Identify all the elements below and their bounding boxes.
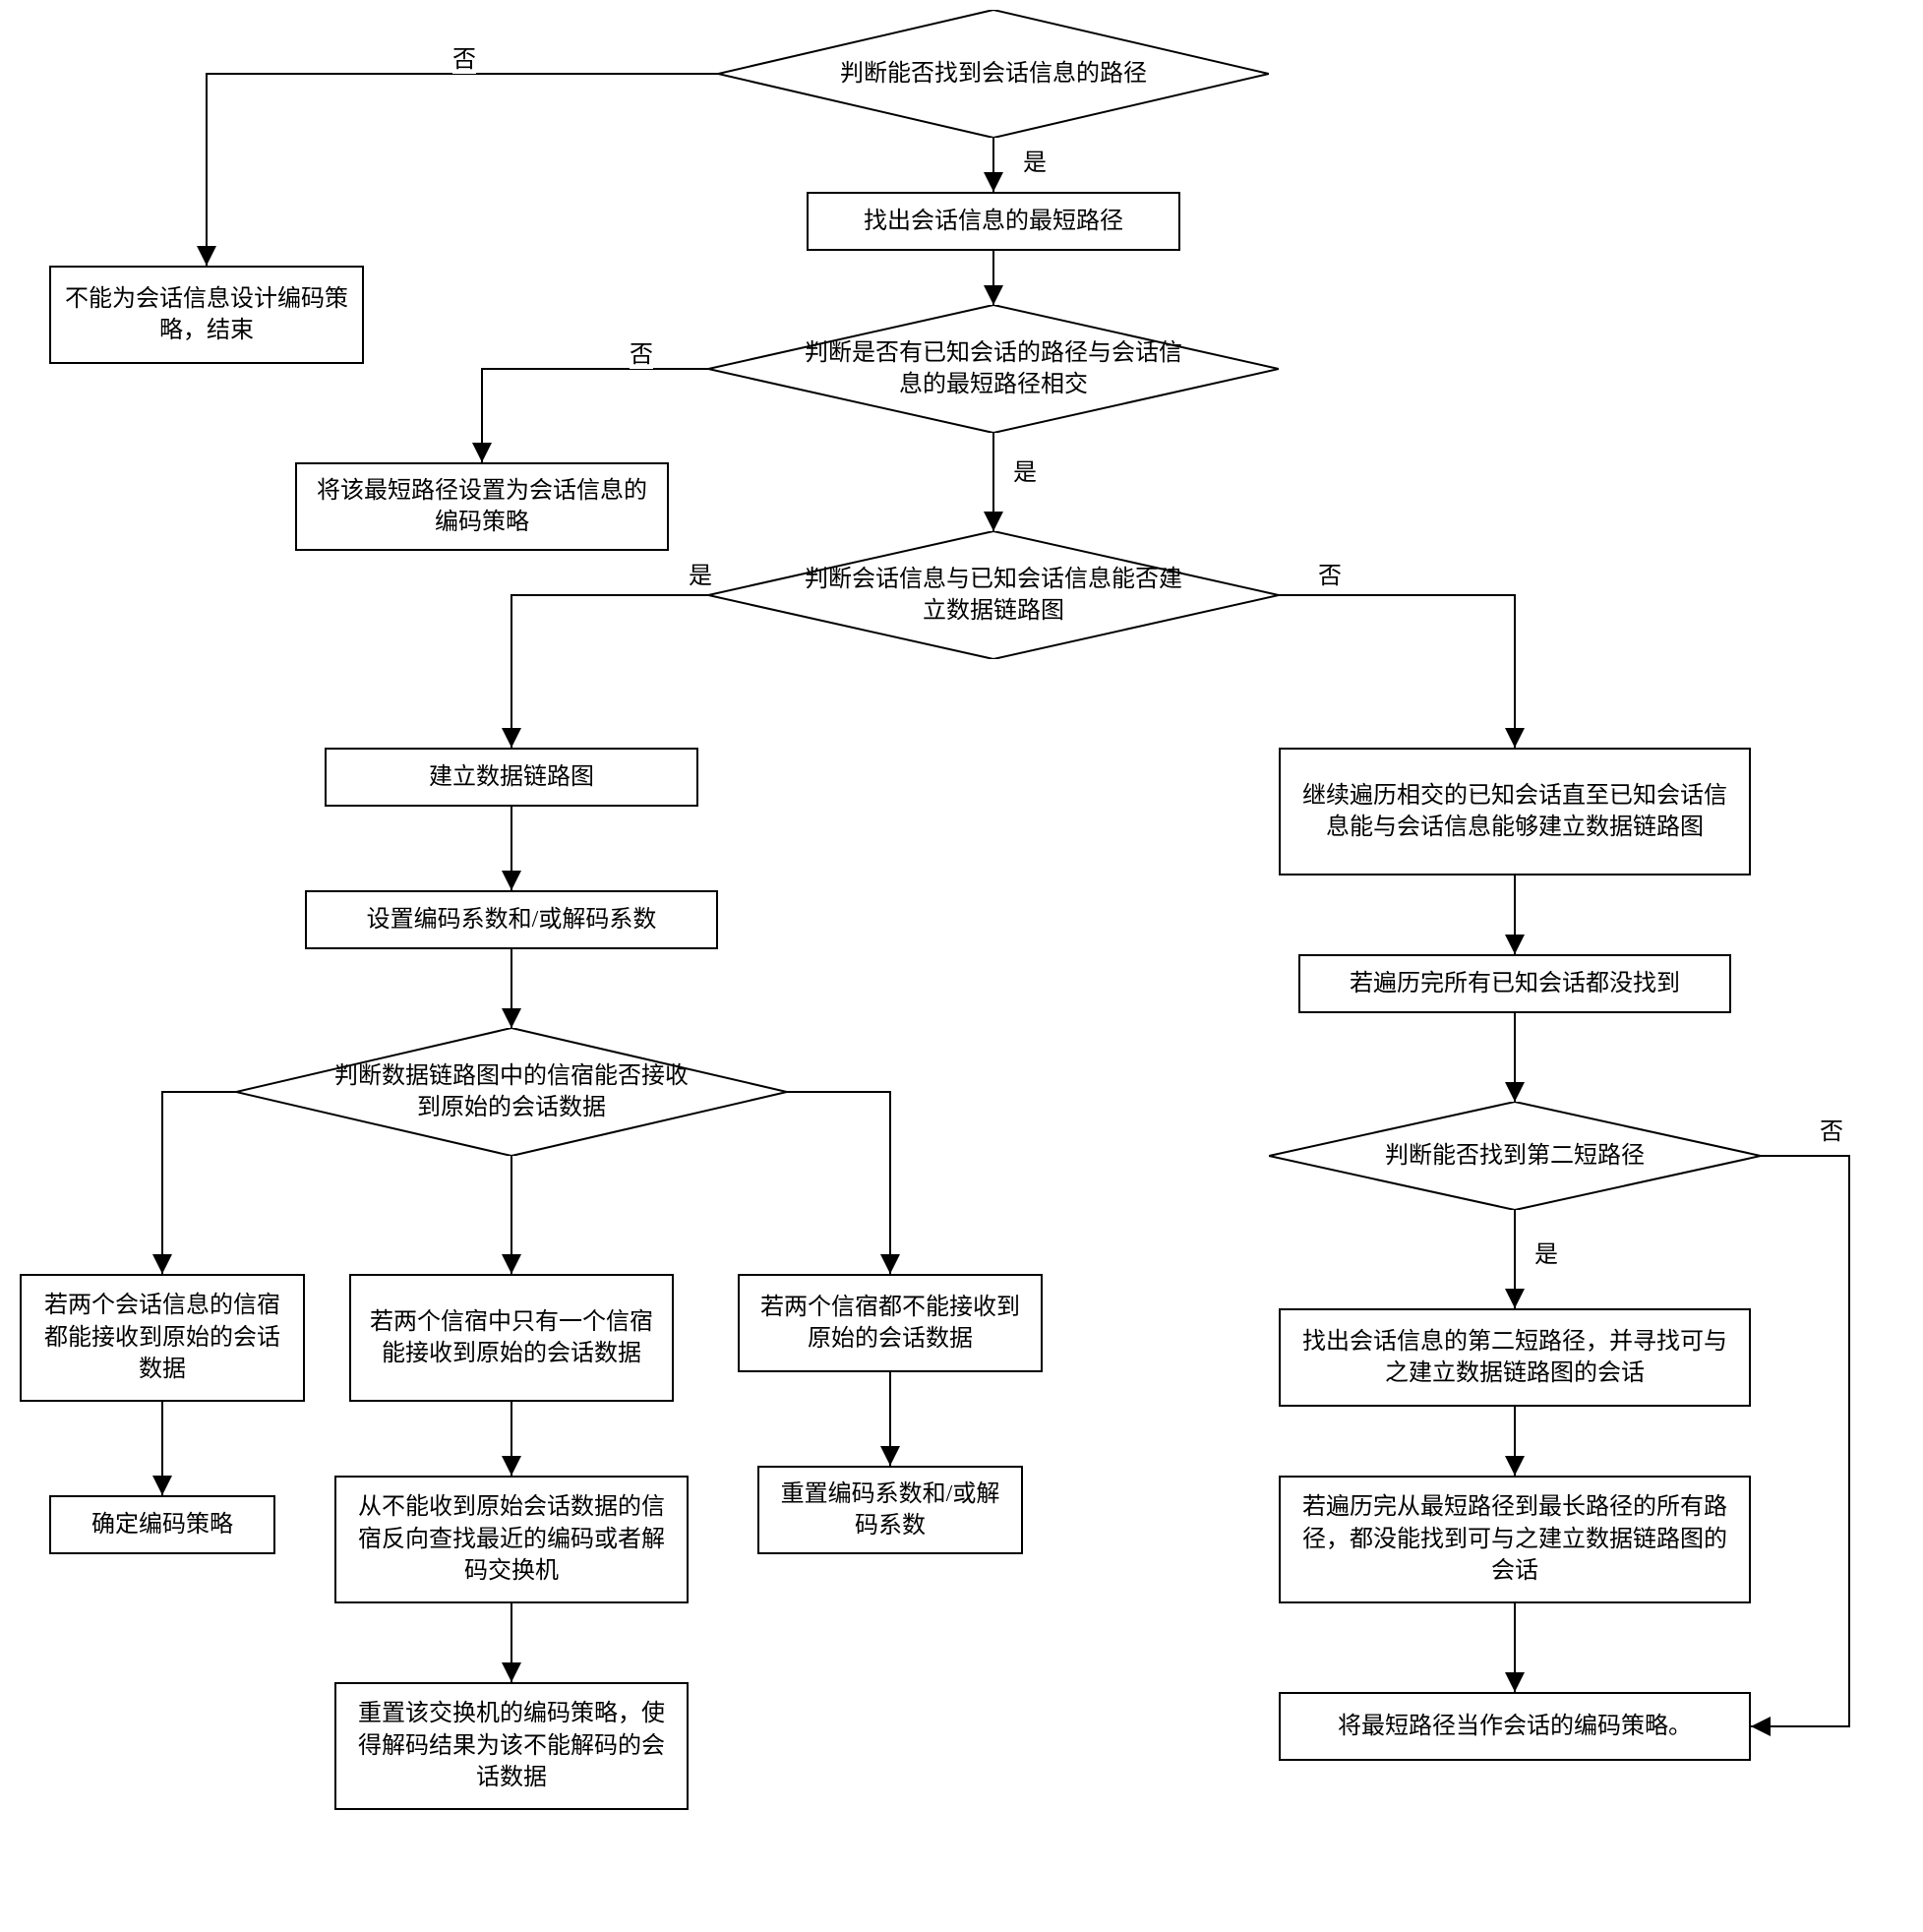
box-use-shortest-text: 将最短路径当作会话的编码策略。 <box>1338 1711 1692 1742</box>
label-d5-yes: 是 <box>1534 1235 1558 1269</box>
box-reset-switch-text: 重置该交换机的编码策略，使得解码结果为该不能解码的会话数据 <box>348 1698 675 1793</box>
label-d3-yes: 是 <box>689 556 712 590</box>
box-set-coeff-text: 设置编码系数和/或解码系数 <box>367 904 657 936</box>
decision-find-path: 判断能否找到会话信息的路径 <box>718 10 1269 138</box>
box-all-traversed-text: 若遍历完从最短路径到最长路径的所有路径，都没能找到可与之建立数据链路图的会话 <box>1292 1491 1737 1587</box>
label-d3-no: 否 <box>1318 556 1342 590</box>
box-traverse: 继续遍历相交的已知会话直至已知会话信息能与会话信息能够建立数据链路图 <box>1279 748 1751 875</box>
box-confirm-strategy: 确定编码策略 <box>49 1495 275 1554</box>
decision-known-intersect: 判断是否有已知会话的路径与会话信息的最短路径相交 <box>708 305 1279 433</box>
decision-known-intersect-text: 判断是否有已知会话的路径与会话信息的最短路径相交 <box>794 337 1193 401</box>
box-find-shortest: 找出会话信息的最短路径 <box>807 192 1180 251</box>
decision-build-graph: 判断会话信息与已知会话信息能否建立数据链路图 <box>708 531 1279 659</box>
decision-sink-receive-text: 判断数据链路图中的信宿能否接收到原始的会话数据 <box>319 1060 704 1124</box>
box-build-graph-text: 建立数据链路图 <box>429 761 594 793</box>
box-set-shortest-strategy: 将该最短路径设置为会话信息的编码策略 <box>295 462 669 551</box>
box-second-path-text: 找出会话信息的第二短路径，并寻找可与之建立数据链路图的会话 <box>1292 1326 1737 1390</box>
decision-sink-receive: 判断数据链路图中的信宿能否接收到原始的会话数据 <box>236 1028 787 1156</box>
box-none-receive-text: 若两个信宿都不能接收到原始的会话数据 <box>751 1292 1029 1356</box>
box-reverse-find-text: 从不能收到原始会话数据的信宿反向查找最近的编码或者解码交换机 <box>348 1491 675 1587</box>
box-reset-coeff: 重置编码系数和/或解码系数 <box>757 1466 1023 1554</box>
box-none-receive: 若两个信宿都不能接收到原始的会话数据 <box>738 1274 1043 1372</box>
box-traverse-text: 继续遍历相交的已知会话直至已知会话信息能与会话信息能够建立数据链路图 <box>1292 780 1737 844</box>
box-cannot-design: 不能为会话信息设计编码策略，结束 <box>49 266 364 364</box>
box-set-shortest-strategy-text: 将该最短路径设置为会话信息的编码策略 <box>309 475 655 539</box>
box-build-graph: 建立数据链路图 <box>325 748 698 807</box>
box-all-traversed: 若遍历完从最短路径到最长路径的所有路径，都没能找到可与之建立数据链路图的会话 <box>1279 1476 1751 1603</box>
label-d5-no: 否 <box>1820 1112 1843 1146</box>
box-cannot-design-text: 不能为会话信息设计编码策略，结束 <box>63 283 350 347</box>
box-both-receive: 若两个会话信息的信宿都能接收到原始的会话数据 <box>20 1274 305 1402</box>
box-reverse-find: 从不能收到原始会话数据的信宿反向查找最近的编码或者解码交换机 <box>334 1476 689 1603</box>
box-not-found: 若遍历完所有已知会话都没找到 <box>1298 954 1731 1013</box>
box-one-receive-text: 若两个信宿中只有一个信宿能接收到原始的会话数据 <box>363 1306 660 1370</box>
box-not-found-text: 若遍历完所有已知会话都没找到 <box>1350 968 1680 999</box>
decision-second-path: 判断能否找到第二短路径 <box>1269 1102 1761 1210</box>
label-d2-no: 否 <box>630 334 653 369</box>
box-use-shortest: 将最短路径当作会话的编码策略。 <box>1279 1692 1751 1761</box>
box-find-shortest-text: 找出会话信息的最短路径 <box>864 206 1123 237</box>
box-second-path: 找出会话信息的第二短路径，并寻找可与之建立数据链路图的会话 <box>1279 1308 1751 1407</box>
decision-build-graph-text: 判断会话信息与已知会话信息能否建立数据链路图 <box>794 564 1193 628</box>
decision-second-path-text: 判断能否找到第二短路径 <box>1375 1140 1654 1172</box>
box-both-receive-text: 若两个会话信息的信宿都能接收到原始的会话数据 <box>33 1290 291 1385</box>
box-set-coeff: 设置编码系数和/或解码系数 <box>305 890 718 949</box>
box-one-receive: 若两个信宿中只有一个信宿能接收到原始的会话数据 <box>349 1274 674 1402</box>
label-d1-no: 否 <box>452 39 476 74</box>
box-confirm-strategy-text: 确定编码策略 <box>91 1509 233 1540</box>
label-d1-yes: 是 <box>1023 143 1047 177</box>
label-d2-yes: 是 <box>1013 453 1037 487</box>
box-reset-switch: 重置该交换机的编码策略，使得解码结果为该不能解码的会话数据 <box>334 1682 689 1810</box>
box-reset-coeff-text: 重置编码系数和/或解码系数 <box>771 1479 1009 1542</box>
decision-find-path-text: 判断能否找到会话信息的路径 <box>830 58 1157 90</box>
